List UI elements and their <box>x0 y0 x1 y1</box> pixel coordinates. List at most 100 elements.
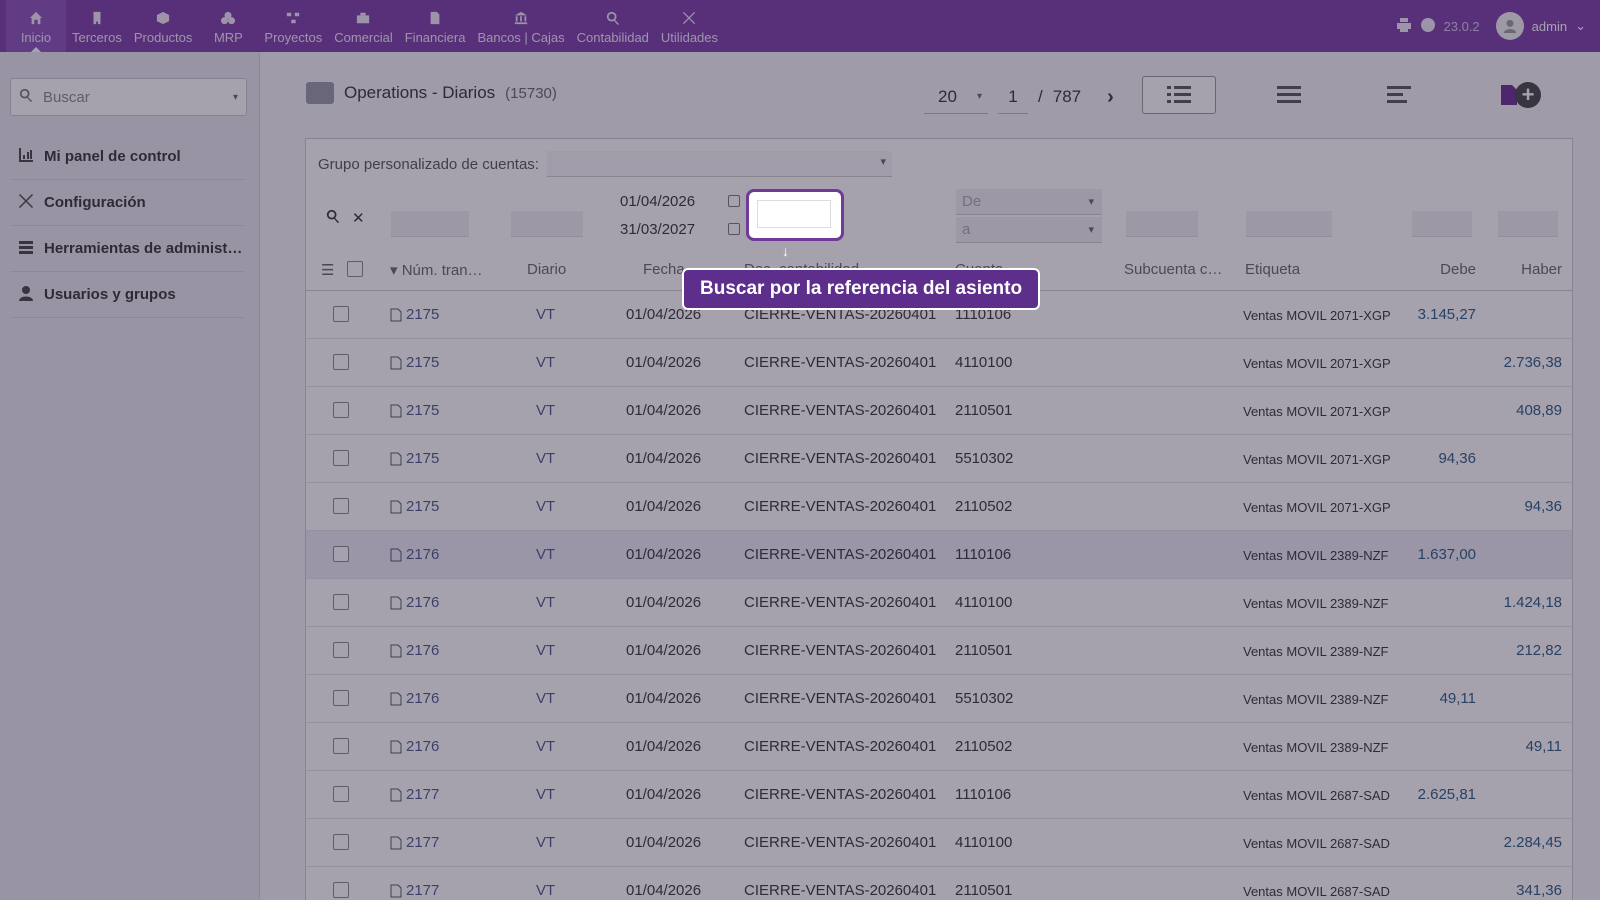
row-checkbox[interactable] <box>333 354 349 370</box>
ref-link[interactable]: 2176 <box>390 594 439 611</box>
column-haber[interactable]: Haber <box>1521 261 1562 278</box>
sidebar-item-panel[interactable]: Mi panel de control <box>10 134 245 180</box>
diario-link[interactable]: VT <box>536 786 555 803</box>
sidebar-item-usuarios[interactable]: Usuarios y grupos <box>10 272 245 318</box>
table-row[interactable]: 2177 VT 01/04/2026 CIERRE-VENTAS-20260401 11… <box>306 771 1572 819</box>
row-checkbox[interactable] <box>333 786 349 802</box>
ref-link[interactable]: 2176 <box>390 546 439 563</box>
row-checkbox[interactable] <box>333 594 349 610</box>
menu-item-bancos[interactable]: Bancos | Cajas <box>471 0 570 52</box>
ref-link[interactable]: 2175 <box>390 498 439 515</box>
table-row[interactable]: 2175 VT 01/04/2026 CIERRE-VENTAS-20260401 41… <box>306 339 1572 387</box>
row-checkbox[interactable] <box>333 882 349 898</box>
diario-link[interactable]: VT <box>536 834 555 851</box>
table-row[interactable]: 2175 VT 01/04/2026 CIERRE-VENTAS-20260401 55… <box>306 435 1572 483</box>
calendar-icon[interactable] <box>728 195 740 207</box>
column-etiqueta[interactable]: Etiqueta <box>1245 261 1300 278</box>
sidebar-search[interactable]: Buscar ▾ <box>10 78 247 116</box>
menu-item-inicio[interactable]: Inicio <box>6 0 66 52</box>
ref-link[interactable]: 2177 <box>390 882 439 899</box>
group-filter-select[interactable] <box>546 151 892 177</box>
grouped-view-button[interactable] <box>1252 76 1326 114</box>
next-page-icon[interactable]: › <box>1107 86 1114 109</box>
table-row[interactable]: 2176 VT 01/04/2026 CIERRE-VENTAS-20260401 21… <box>306 723 1572 771</box>
filter-diario[interactable] <box>511 211 583 237</box>
filter-subaccount[interactable] <box>1126 211 1198 237</box>
filter-date-to[interactable]: 31/03/2027 <box>620 217 740 241</box>
ref-link[interactable]: 2175 <box>390 450 439 467</box>
diario-link[interactable]: VT <box>536 450 555 467</box>
filter-debit[interactable] <box>1412 211 1472 237</box>
diario-link[interactable]: VT <box>536 882 555 899</box>
column-settings-icon[interactable]: ☰ <box>321 261 334 279</box>
ref-link[interactable]: 2176 <box>390 642 439 659</box>
page-number-input[interactable]: 1 <box>998 81 1028 114</box>
diario-link[interactable]: VT <box>536 402 555 419</box>
table-row[interactable]: 2176 VT 01/04/2026 CIERRE-VENTAS-20260401 21… <box>306 627 1572 675</box>
row-checkbox[interactable] <box>333 642 349 658</box>
ref-link[interactable]: 2176 <box>390 738 439 755</box>
ref-link[interactable]: 2175 <box>390 354 439 371</box>
table-row[interactable]: 2176 VT 01/04/2026 CIERRE-VENTAS-20260401 41… <box>306 579 1572 627</box>
table-row[interactable]: 2176 VT 01/04/2026 CIERRE-VENTAS-20260401 11… <box>306 531 1572 579</box>
diario-link[interactable]: VT <box>536 546 555 563</box>
ref-link[interactable]: 2175 <box>390 402 439 419</box>
diario-link[interactable]: VT <box>536 594 555 611</box>
diario-link[interactable]: VT <box>536 354 555 371</box>
menu-item-productos[interactable]: Productos <box>128 0 199 52</box>
diario-link[interactable]: VT <box>536 738 555 755</box>
select-all-checkbox[interactable] <box>347 261 363 277</box>
column-fecha[interactable]: Fecha <box>643 261 685 278</box>
sidebar-item-herramientas[interactable]: Herramientas de administ… <box>10 226 245 272</box>
row-checkbox[interactable] <box>333 834 349 850</box>
ref-link[interactable]: 2177 <box>390 834 439 851</box>
search-icon[interactable] <box>326 209 340 227</box>
doc-filter-input[interactable] <box>757 200 831 228</box>
filter-date-from[interactable]: 01/04/2026 <box>620 189 740 213</box>
row-checkbox[interactable] <box>333 738 349 754</box>
menu-item-financiera[interactable]: Financiera <box>399 0 472 52</box>
row-checkbox[interactable] <box>333 450 349 466</box>
calendar-icon[interactable] <box>728 223 740 235</box>
menu-item-utilidades[interactable]: Utilidades <box>655 0 724 52</box>
menu-item-terceros[interactable]: Terceros <box>66 0 128 52</box>
tour-highlight-doc-filter[interactable] <box>746 189 844 241</box>
row-checkbox[interactable] <box>333 546 349 562</box>
table-row[interactable]: 2176 VT 01/04/2026 CIERRE-VENTAS-20260401 55… <box>306 675 1572 723</box>
menu-item-contabilidad[interactable]: Contabilidad <box>571 0 655 52</box>
user-menu[interactable]: admin ⌄ <box>1495 12 1586 40</box>
column-ref[interactable]: ▾ Núm. tran… <box>390 261 483 279</box>
table-row[interactable]: 2175 VT 01/04/2026 CIERRE-VENTAS-20260401 21… <box>306 387 1572 435</box>
menu-item-comercial[interactable]: Comercial <box>328 0 399 52</box>
add-entry-button[interactable]: + <box>1515 82 1541 108</box>
filter-credit[interactable] <box>1498 211 1558 237</box>
column-debe[interactable]: Debe <box>1440 261 1476 278</box>
ref-link[interactable]: 2175 <box>390 306 439 323</box>
column-subcuenta[interactable]: Subcuenta c… <box>1124 261 1222 278</box>
sidebar-item-configuracion[interactable]: Configuración <box>10 180 245 226</box>
filter-ref[interactable] <box>391 211 469 237</box>
table-row[interactable]: 2177 VT 01/04/2026 CIERRE-VENTAS-20260401 41… <box>306 819 1572 867</box>
menu-item-proyectos[interactable]: Proyectos <box>258 0 328 52</box>
diario-link[interactable]: VT <box>536 642 555 659</box>
diario-link[interactable]: VT <box>536 690 555 707</box>
diario-link[interactable]: VT <box>536 498 555 515</box>
table-row[interactable]: 2175 VT 01/04/2026 CIERRE-VENTAS-20260401 21… <box>306 483 1572 531</box>
row-checkbox[interactable] <box>333 690 349 706</box>
filter-account-from[interactable]: De ▾ <box>956 189 1102 215</box>
row-checkbox[interactable] <box>333 306 349 322</box>
row-checkbox[interactable] <box>333 402 349 418</box>
column-diario[interactable]: Diario <box>527 261 566 278</box>
filter-label[interactable] <box>1246 211 1332 237</box>
subledger-view-button[interactable] <box>1362 76 1436 114</box>
ref-link[interactable]: 2176 <box>390 690 439 707</box>
table-row[interactable]: 2177 VT 01/04/2026 CIERRE-VENTAS-20260401 21… <box>306 867 1572 900</box>
help-icon[interactable] <box>1420 17 1436 36</box>
clear-filter-icon[interactable]: ✕ <box>352 209 365 227</box>
menu-item-mrp[interactable]: MRP <box>198 0 258 52</box>
filter-account-to[interactable]: a ▾ <box>956 217 1102 243</box>
page-size-select[interactable]: 20 ▾ <box>924 80 988 114</box>
list-view-button[interactable] <box>1142 76 1216 114</box>
ref-link[interactable]: 2177 <box>390 786 439 803</box>
diario-link[interactable]: VT <box>536 306 555 323</box>
